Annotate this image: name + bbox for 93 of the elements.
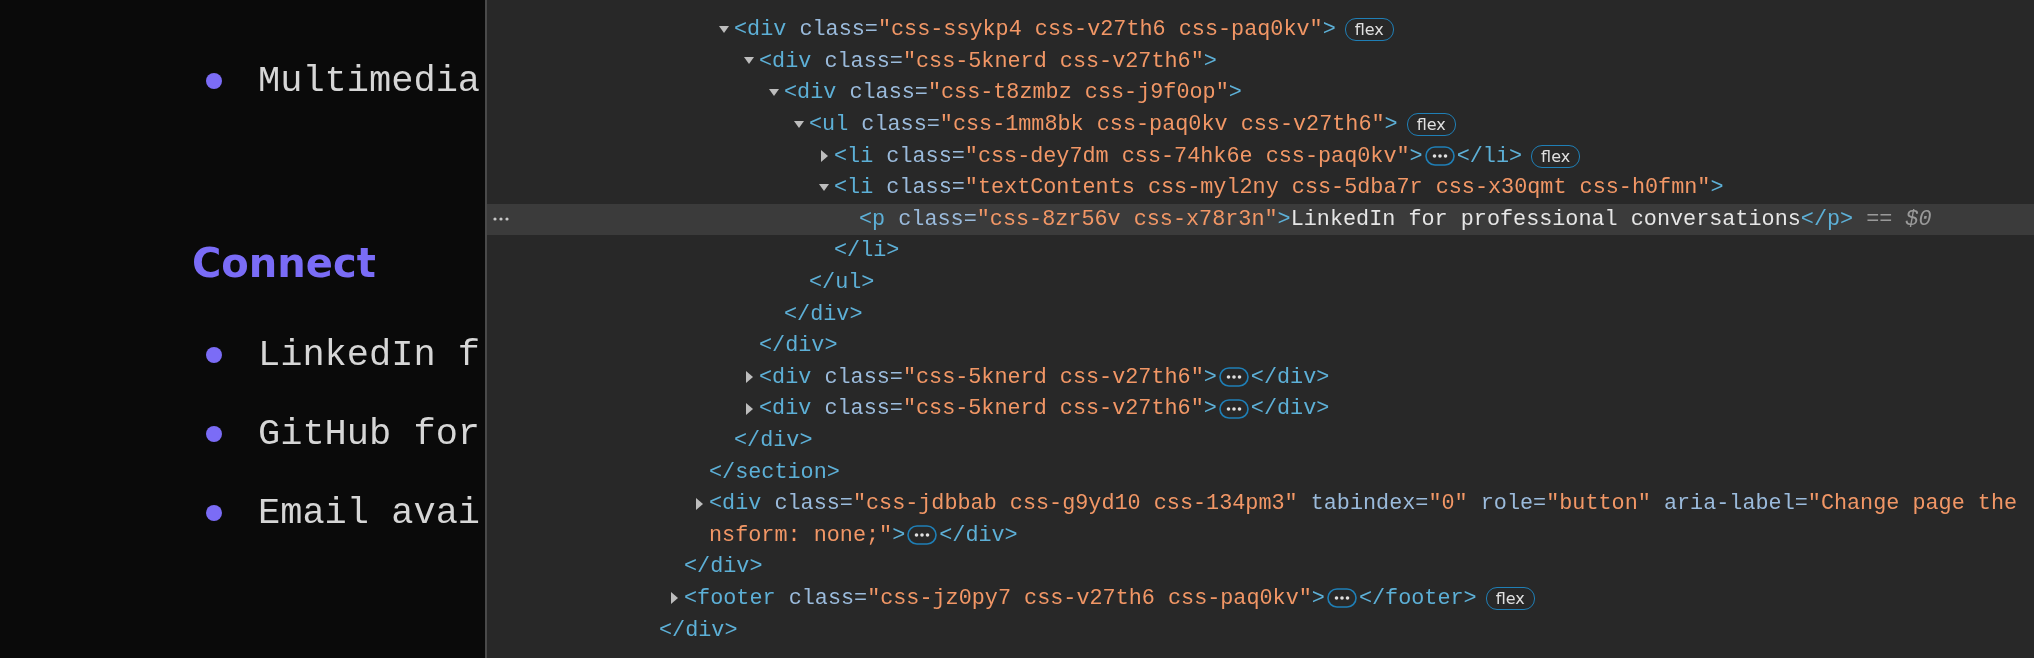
html-tag: </div> <box>684 554 763 580</box>
html-tag: </div> <box>1250 396 1330 422</box>
html-tag: <div <box>784 80 837 106</box>
expand-triangle-icon[interactable] <box>743 371 755 384</box>
attribute-value: "css-jz0py7 css-v27th6 css-paq0kv" <box>867 586 1312 611</box>
html-tag: </div> <box>939 522 1018 548</box>
attribute-value: "css-8zr56v css-x78r3n" <box>976 206 1278 232</box>
attribute-value: "css-t8zmbz css-j9f0op" <box>927 80 1229 106</box>
html-tag: <div <box>759 396 812 422</box>
attribute-value: "css-5knerd css-v27th6" <box>902 364 1204 390</box>
selected-row[interactable]: <p class="css-8zr56v css-x78r3n">LinkedIn for professional conversations</p> == $0 <box>487 203 2034 236</box>
flex-badge[interactable]: flex <box>1344 18 1394 42</box>
html-tag: > <box>1277 206 1291 232</box>
expand-triangle-icon[interactable] <box>668 592 680 605</box>
attribute-name: tabindex= <box>1309 491 1429 517</box>
html-tag: <div <box>709 491 762 517</box>
html-tag: </div> <box>659 617 738 643</box>
bullet-icon <box>206 346 222 363</box>
attribute-value: "Change page the <box>1807 491 2018 517</box>
html-tag: > <box>1203 364 1217 390</box>
attribute-name: class= <box>848 80 928 106</box>
attribute-value: "css-5knerd css-v27th6" <box>902 48 1204 74</box>
attribute-name: class= <box>773 491 853 517</box>
expand-triangle-icon[interactable] <box>818 150 830 163</box>
html-tag: </li> <box>834 238 900 264</box>
html-tag: <div <box>759 364 812 390</box>
html-tag: <p <box>859 206 886 232</box>
more-dots-icon[interactable] <box>493 216 509 221</box>
attribute-value: "textContents css-myl2ny css-5dba7r css-x30qmt css-h0fmn" <box>964 175 1711 201</box>
html-tag: </footer> <box>1358 586 1477 611</box>
ellipsis-icon[interactable] <box>1218 367 1249 388</box>
list-item-text: LinkedIn f <box>258 333 481 376</box>
list-item-text: Multimedia <box>258 59 481 102</box>
attribute-value: nsform: none;" <box>709 522 893 548</box>
html-tag: </ul> <box>809 270 875 296</box>
html-tag: <footer <box>684 586 776 611</box>
ellipsis-icon[interactable] <box>1326 588 1357 609</box>
ellipsis-icon[interactable] <box>907 525 938 546</box>
html-tag: <div <box>759 48 812 74</box>
html-tag: <li <box>834 175 874 201</box>
ellipsis-icon[interactable] <box>1218 398 1249 419</box>
html-tag: </section> <box>709 459 840 485</box>
attribute-value: "css-1mm8bk css-paq0kv css-v27th6" <box>939 112 1385 138</box>
html-tag: > <box>1203 48 1217 74</box>
html-tag: > <box>1384 112 1398 138</box>
attribute-value: "0" <box>1428 491 1468 517</box>
html-tag: > <box>1322 17 1336 43</box>
attribute-name: class= <box>885 143 965 169</box>
attribute-name: class= <box>823 396 903 422</box>
attribute-name: class= <box>860 112 940 138</box>
expand-triangle-icon[interactable] <box>693 497 705 510</box>
html-tag: > <box>1710 175 1724 201</box>
html-tag: > <box>892 522 906 548</box>
html-tag: </p> <box>1800 206 1854 232</box>
attribute-name: class= <box>823 48 903 74</box>
bullet-icon <box>206 72 222 89</box>
attribute-name: class= <box>798 17 878 43</box>
section-heading: Connect <box>192 239 377 288</box>
html-tag: <ul <box>809 112 849 138</box>
html-tag: > <box>1203 396 1217 422</box>
attribute-value: "css-jdbbab css-g9yd10 css-134pm3" <box>852 491 1298 517</box>
flex-badge[interactable]: flex <box>1485 587 1535 610</box>
attribute-value: "button" <box>1546 491 1651 517</box>
html-tag: </div> <box>759 333 838 359</box>
attribute-value: "css-dey7dm css-74hk6e css-paq0kv" <box>964 143 1410 169</box>
expand-triangle-icon[interactable] <box>743 402 755 415</box>
html-tag: > <box>1409 143 1423 169</box>
html-tag: <div <box>734 17 787 43</box>
html-tag: </div> <box>784 301 863 327</box>
html-tag: <li <box>834 143 874 169</box>
attribute-name: role= <box>1479 491 1547 517</box>
html-tag: </div> <box>1250 364 1330 390</box>
flex-badge[interactable]: flex <box>1531 144 1581 168</box>
attribute-name: class= <box>787 586 868 611</box>
bullet-icon <box>206 425 222 442</box>
html-tag: </div> <box>734 428 813 453</box>
list-item-text: Email avai <box>258 491 481 534</box>
ellipsis-icon[interactable] <box>1424 146 1455 167</box>
bullet-icon <box>206 504 222 521</box>
attribute-name: class= <box>885 175 965 201</box>
attribute-name: class= <box>823 364 903 390</box>
attribute-value: "css-ssykp4 css-v27th6 css-paq0kv" <box>877 17 1323 43</box>
selection-marker: $0 <box>1905 206 1932 232</box>
attribute-name: class= <box>897 206 977 232</box>
html-tag: > <box>1228 80 1242 106</box>
selection-marker: == <box>1866 206 1893 232</box>
element-text: LinkedIn for professional conversations <box>1290 206 1801 232</box>
list-item-text: GitHub for <box>258 412 481 455</box>
html-tag: </li> <box>1456 143 1523 169</box>
attribute-name: aria-label= <box>1662 491 1808 517</box>
attribute-value: "css-5knerd css-v27th6" <box>902 396 1204 422</box>
html-tag: > <box>1311 586 1325 611</box>
flex-badge[interactable]: flex <box>1406 113 1456 137</box>
